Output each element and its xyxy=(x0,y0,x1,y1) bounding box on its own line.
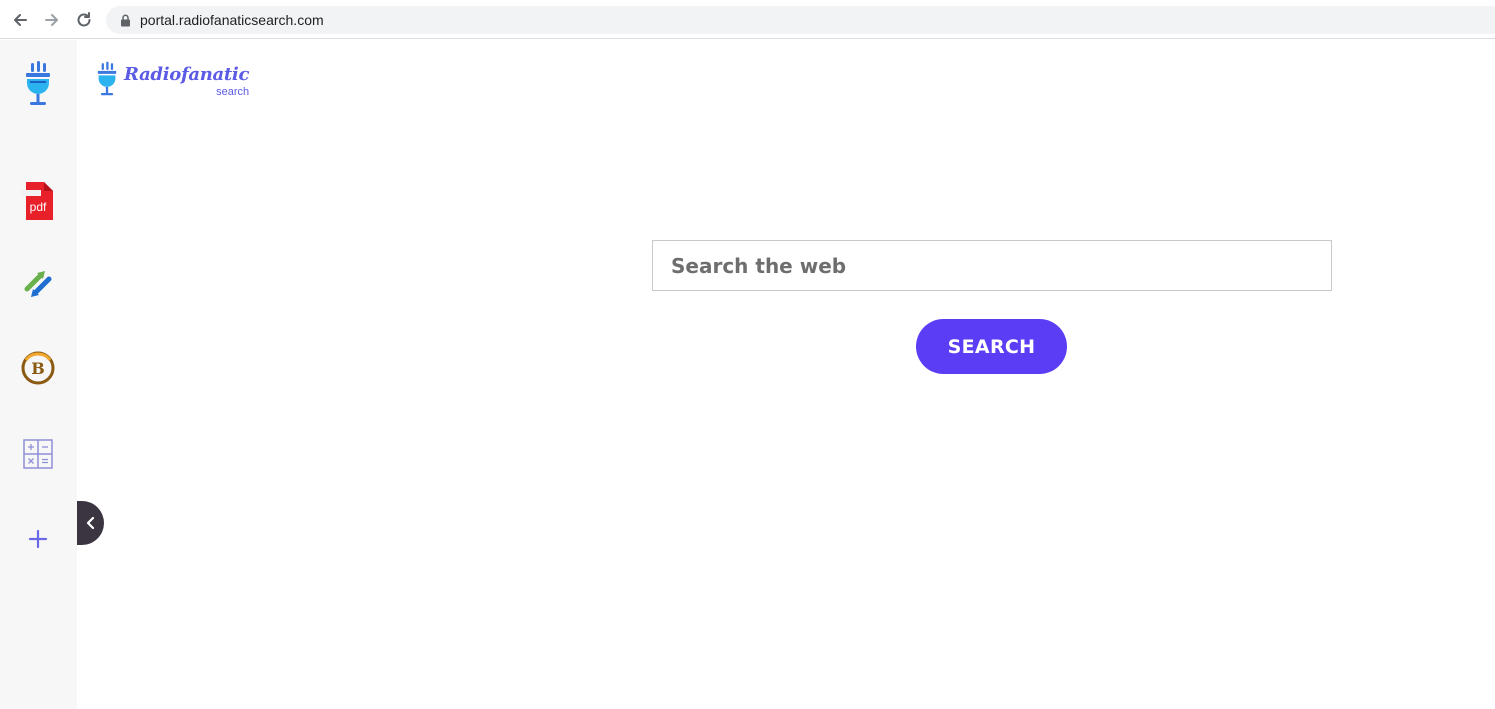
back-arrow-icon xyxy=(14,14,27,26)
url-text[interactable]: portal.radiofanaticsearch.com xyxy=(140,12,324,28)
lock-icon xyxy=(118,13,132,27)
calculator-icon xyxy=(23,439,53,469)
chevron-left-icon xyxy=(86,517,94,529)
bitcoin-letter: B xyxy=(31,359,45,378)
search-button[interactable]: SEARCH xyxy=(916,319,1067,374)
logo-subtitle: search xyxy=(216,86,250,98)
logo-title: Radiofanatic xyxy=(124,64,250,85)
convert-arrows-icon xyxy=(24,271,52,297)
pdf-label: pdf xyxy=(30,200,47,214)
logo-wordmark: Radiofanatic search xyxy=(124,64,250,98)
bitcoin-icon: B xyxy=(21,351,55,385)
forward-button[interactable] xyxy=(40,8,64,32)
pdf-icon: pdf xyxy=(21,182,53,220)
sidebar-collapse-button[interactable] xyxy=(77,501,104,545)
tab-strip xyxy=(0,0,1495,4)
microphone-icon xyxy=(26,61,50,105)
sidebar-item-calculator[interactable] xyxy=(18,434,58,474)
microphone-logo-icon xyxy=(97,61,117,96)
forward-arrow-icon xyxy=(45,14,58,26)
address-bar[interactable]: portal.radiofanaticsearch.com xyxy=(106,6,1495,34)
search-input[interactable] xyxy=(652,240,1332,291)
plus-icon xyxy=(28,529,48,549)
browser-toolbar: portal.radiofanaticsearch.com xyxy=(0,0,1495,39)
back-button[interactable] xyxy=(8,8,32,32)
sidebar-add-button[interactable] xyxy=(18,519,58,559)
sidebar-item-converter[interactable] xyxy=(18,264,58,304)
sidebar-item-bitcoin[interactable]: B xyxy=(18,348,58,388)
reload-icon xyxy=(77,12,91,27)
sidebar-item-pdf[interactable]: pdf xyxy=(18,181,58,221)
reload-button[interactable] xyxy=(72,8,96,32)
sidebar-item-radiofanatic[interactable] xyxy=(18,61,58,105)
site-logo[interactable]: Radiofanatic search xyxy=(94,58,249,102)
sidebar: pdf B xyxy=(0,40,77,709)
